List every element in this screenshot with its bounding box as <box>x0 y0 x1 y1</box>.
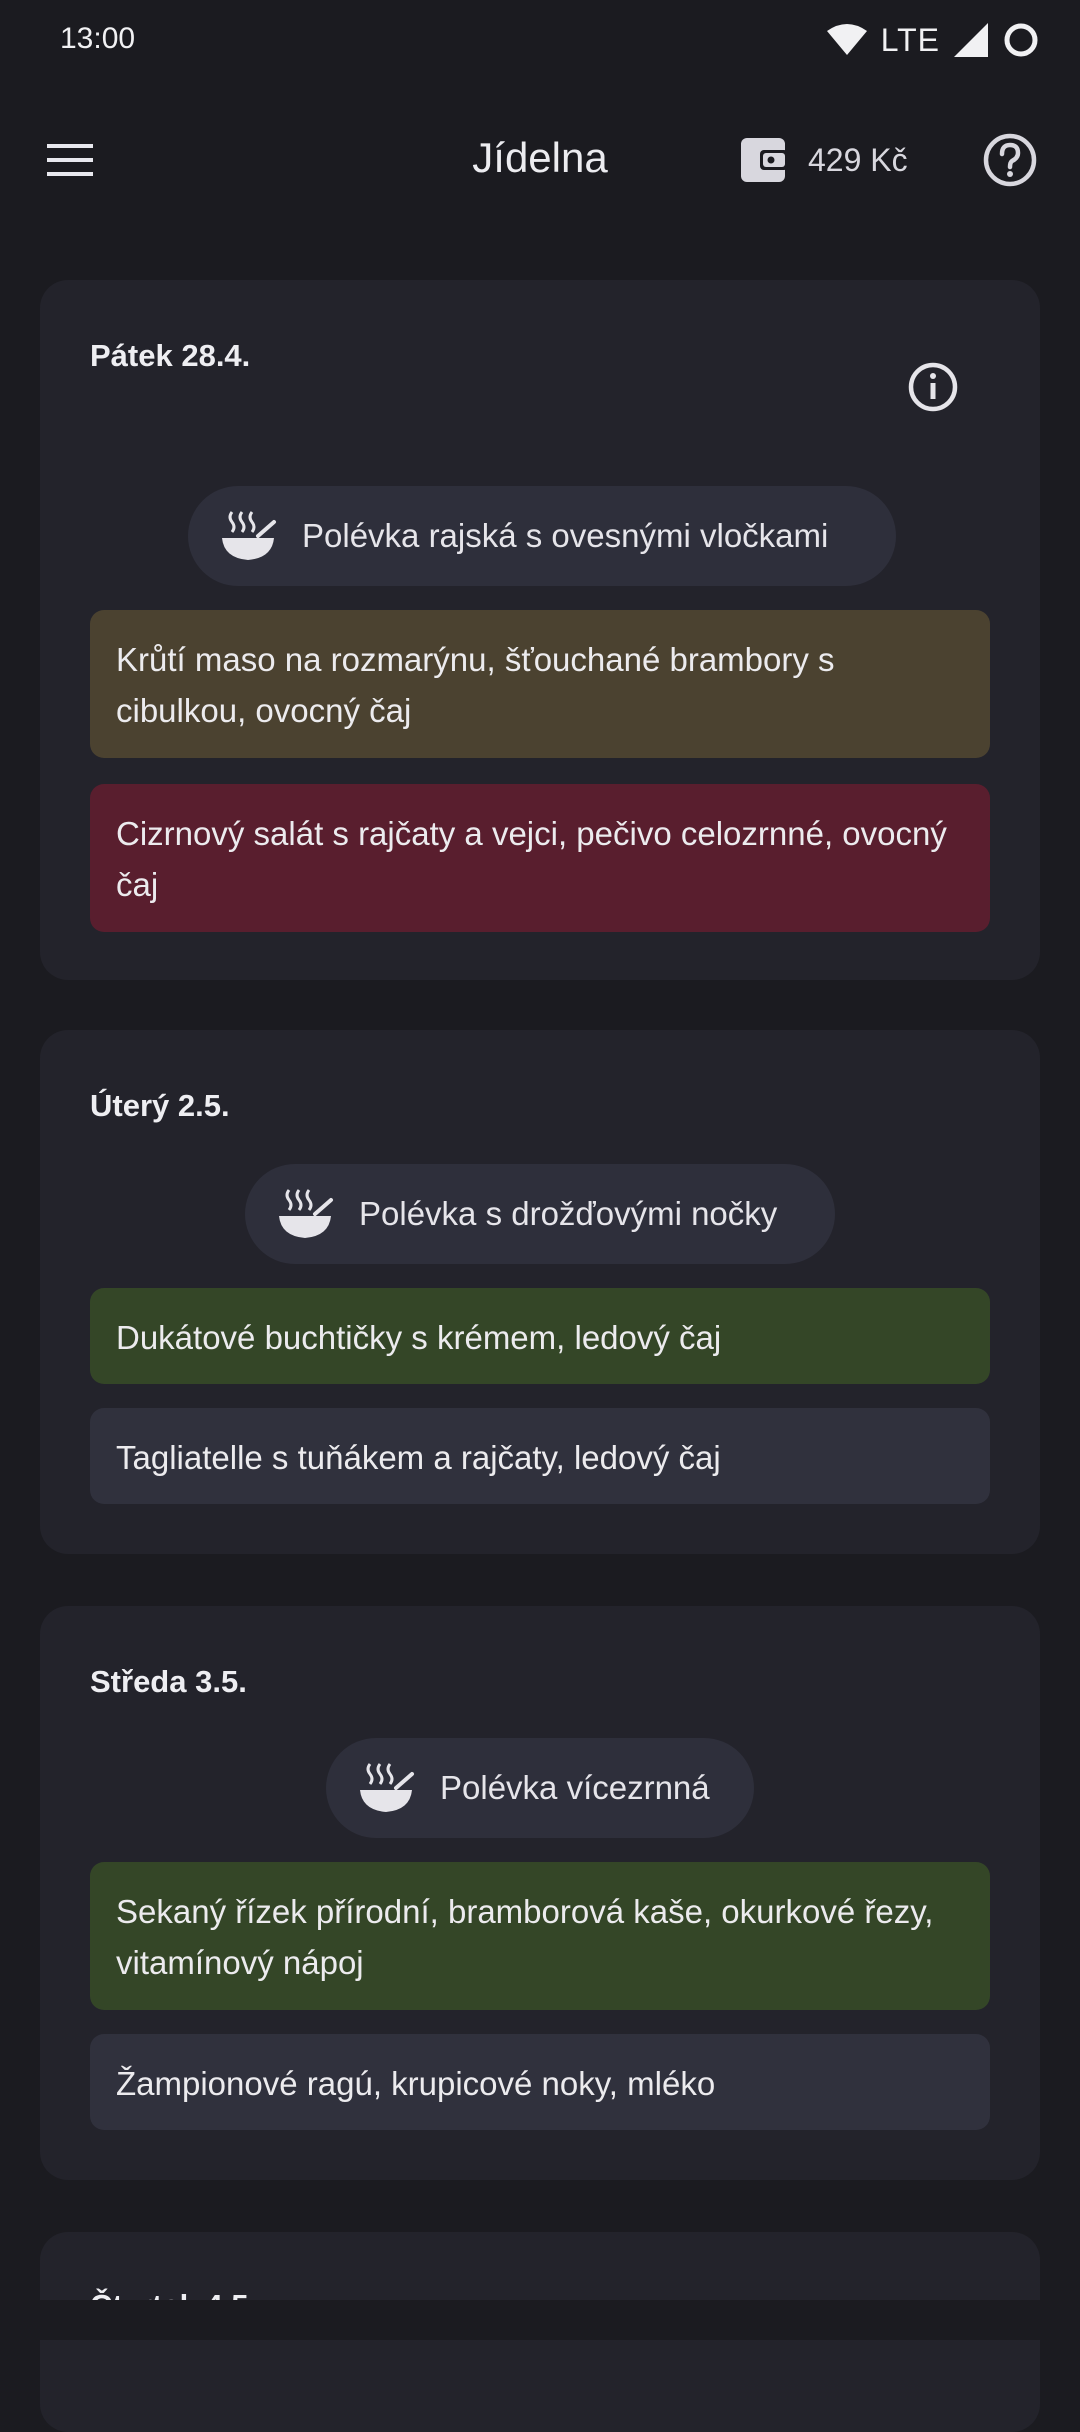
help-icon <box>983 133 1037 187</box>
soup-label: Polévka vícezrnná <box>440 1769 710 1806</box>
meal-option[interactable]: Tagliatelle s tuňákem a rajčaty, ledový … <box>90 1408 990 1504</box>
balance-amount: 429 Kč <box>808 141 908 178</box>
bottom-scrim <box>0 2300 1080 2340</box>
help-button[interactable] <box>980 130 1040 190</box>
wallet-balance[interactable]: 429 Kč <box>740 130 908 190</box>
day-card: Pátek 28.4. Polévka rajská s ovesnými vl… <box>40 280 1040 980</box>
day-title: Úterý 2.5. <box>90 1088 230 1123</box>
soup-item[interactable]: Polévka rajská s ovesnými vločkami <box>188 486 896 586</box>
day-title: Středa 3.5. <box>90 1664 247 1699</box>
day-card: Úterý 2.5. Polévka s drožďovými nočky Du… <box>40 1030 1040 1554</box>
status-icons: LTE <box>826 18 1040 62</box>
meal-option[interactable]: Žampionové ragú, krupicové noky, mléko <box>90 2034 990 2130</box>
status-time: 13:00 <box>60 22 136 55</box>
soup-bowl-icon <box>222 511 276 560</box>
soup-label: Polévka s drožďovými nočky <box>359 1195 778 1232</box>
meal-option[interactable]: Dukátové buchtičky s krémem, ledový čaj <box>90 1288 990 1384</box>
day-title: Pátek 28.4. <box>90 338 251 373</box>
network-type: LTE <box>880 21 940 58</box>
info-icon <box>908 362 958 412</box>
wallet-icon <box>741 138 788 182</box>
signal-icon <box>954 23 988 57</box>
soup-item[interactable]: Polévka vícezrnná <box>326 1738 754 1838</box>
app-bar: Jídelna 429 Kč <box>0 100 1080 220</box>
info-button[interactable] <box>906 360 960 414</box>
status-bar: 13:00 LTE <box>0 0 1080 80</box>
meal-option[interactable]: Krůtí maso na rozmarýnu, šťouchané bramb… <box>90 610 990 758</box>
meal-option[interactable]: Sekaný řízek přírodní, bramborová kaše, … <box>90 1862 990 2010</box>
soup-item[interactable]: Polévka s drožďovými nočky <box>245 1164 835 1264</box>
battery-ring-icon <box>1004 23 1038 57</box>
soup-bowl-icon <box>279 1189 333 1238</box>
wifi-icon <box>826 24 867 55</box>
meal-option[interactable]: Cizrnový salát s rajčaty a vejci, pečivo… <box>90 784 990 932</box>
soup-label: Polévka rajská s ovesnými vločkami <box>302 517 829 554</box>
day-card: Středa 3.5. Polévka vícezrnná Sekaný říz… <box>40 1606 1040 2180</box>
page-title: Jídelna <box>472 134 608 181</box>
soup-bowl-icon <box>360 1763 414 1812</box>
